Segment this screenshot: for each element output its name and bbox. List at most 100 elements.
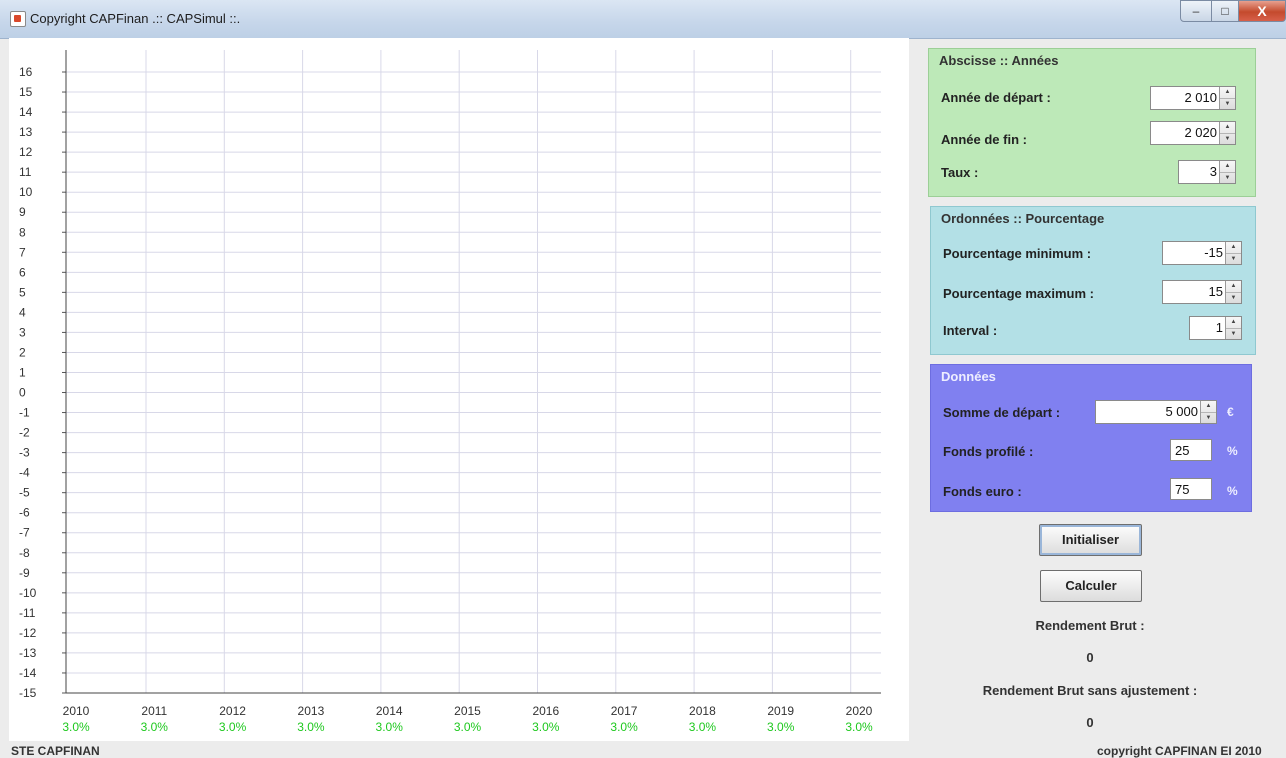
spin-down-icon[interactable]: ▼: [1226, 293, 1241, 304]
chart-svg: 161514131211109876543210-1-2-3-4-5-6-7-8…: [19, 50, 881, 734]
calculate-button[interactable]: Calculer: [1040, 570, 1142, 602]
end-year-arrows[interactable]: ▲ ▼: [1219, 122, 1235, 144]
x-rate-label: 3.0%: [767, 720, 795, 734]
x-year-label: 2013: [298, 704, 325, 718]
x-year-label: 2020: [846, 704, 873, 718]
spin-down-icon[interactable]: ▼: [1220, 173, 1235, 184]
max-percent-value[interactable]: 15: [1163, 281, 1225, 303]
rate-label: Taux :: [941, 165, 979, 180]
spin-up-icon[interactable]: ▲: [1220, 122, 1235, 134]
x-year-label: 2017: [611, 704, 638, 718]
y-tick-label: -11: [19, 606, 36, 620]
y-tick-label: -12: [19, 626, 37, 640]
rate-arrows[interactable]: ▲ ▼: [1219, 161, 1235, 183]
start-year-arrows[interactable]: ▲ ▼: [1219, 87, 1235, 109]
start-sum-value[interactable]: 5 000: [1096, 401, 1200, 423]
x-year-label: 2010: [63, 704, 90, 718]
y-tick-label: -5: [19, 486, 30, 500]
y-tick-label: -1: [19, 406, 30, 420]
start-year-value[interactable]: 2 010: [1151, 87, 1219, 109]
min-percent-arrows[interactable]: ▲ ▼: [1225, 242, 1241, 264]
x-rate-label: 3.0%: [141, 720, 169, 734]
y-tick-label: 4: [19, 305, 26, 319]
x-rate-label: 3.0%: [689, 720, 717, 734]
spin-up-icon[interactable]: ▲: [1201, 401, 1216, 413]
end-year-value[interactable]: 2 020: [1151, 122, 1219, 144]
profile-fund-input[interactable]: 25: [1170, 439, 1212, 461]
profile-fund-label: Fonds profilé :: [943, 444, 1034, 459]
y-tick-label: -6: [19, 506, 30, 520]
x-year-label: 2015: [454, 704, 481, 718]
euro-fund-label: Fonds euro :: [943, 484, 1022, 499]
initialize-button[interactable]: Initialiser: [1039, 524, 1142, 556]
spin-down-icon[interactable]: ▼: [1220, 134, 1235, 145]
euro-percent-unit: %: [1227, 484, 1238, 498]
y-tick-label: -7: [19, 526, 30, 540]
y-tick-label: 15: [19, 85, 33, 99]
spin-up-icon[interactable]: ▲: [1226, 317, 1241, 329]
start-sum-spinner[interactable]: 5 000 ▲ ▼: [1095, 400, 1217, 424]
abscisse-panel-title: Abscisse :: Années: [937, 53, 1061, 68]
x-rate-label: 3.0%: [219, 720, 247, 734]
y-tick-label: 1: [19, 365, 26, 379]
abscisse-panel: Abscisse :: Années Année de départ : 2 0…: [928, 48, 1256, 197]
y-tick-label: -8: [19, 546, 30, 560]
min-percent-value[interactable]: -15: [1163, 242, 1225, 264]
x-year-label: 2018: [689, 704, 716, 718]
gross-yield-unadjusted-value: 0: [1086, 715, 1094, 730]
x-rate-label: 3.0%: [610, 720, 638, 734]
max-percent-arrows[interactable]: ▲ ▼: [1225, 281, 1241, 303]
y-tick-label: -10: [19, 586, 37, 600]
start-year-spinner[interactable]: 2 010 ▲ ▼: [1150, 86, 1236, 110]
y-tick-label: 2: [19, 345, 26, 359]
spin-up-icon[interactable]: ▲: [1226, 242, 1241, 254]
ordonnees-panel-title: Ordonnées :: Pourcentage: [939, 211, 1107, 226]
euro-fund-input[interactable]: 75: [1170, 478, 1212, 500]
max-percent-spinner[interactable]: 15 ▲ ▼: [1162, 280, 1242, 304]
y-tick-label: -2: [19, 426, 30, 440]
profile-percent-unit: %: [1227, 444, 1238, 458]
company-status-label: STE CAPFINAN: [11, 744, 100, 758]
spin-down-icon[interactable]: ▼: [1226, 329, 1241, 340]
y-tick-label: -3: [19, 446, 30, 460]
interval-value[interactable]: 1: [1190, 317, 1225, 339]
y-tick-label: 3: [19, 325, 26, 339]
spin-up-icon[interactable]: ▲: [1220, 87, 1235, 99]
close-button[interactable]: X: [1239, 0, 1286, 22]
gross-yield-unadjusted-label: Rendement Brut sans ajustement :: [982, 683, 1198, 698]
interval-spinner[interactable]: 1 ▲ ▼: [1189, 316, 1242, 340]
spin-up-icon[interactable]: ▲: [1220, 161, 1235, 173]
x-year-label: 2019: [767, 704, 794, 718]
spin-down-icon[interactable]: ▼: [1226, 254, 1241, 265]
window-controls: – □ X: [1180, 0, 1286, 22]
minimize-button[interactable]: –: [1180, 0, 1212, 22]
y-tick-label: -9: [19, 566, 30, 580]
end-year-spinner[interactable]: 2 020 ▲ ▼: [1150, 121, 1236, 145]
y-tick-label: -14: [19, 666, 37, 680]
donnees-panel-title: Données: [939, 369, 998, 384]
end-year-label: Année de fin :: [941, 132, 1027, 147]
x-rate-label: 3.0%: [297, 720, 325, 734]
gross-yield-label: Rendement Brut :: [1035, 618, 1145, 633]
x-year-label: 2016: [532, 704, 559, 718]
x-rate-label: 3.0%: [845, 720, 873, 734]
y-tick-label: 9: [19, 205, 26, 219]
y-tick-label: 12: [19, 145, 33, 159]
start-sum-arrows[interactable]: ▲ ▼: [1200, 401, 1216, 423]
min-percent-spinner[interactable]: -15 ▲ ▼: [1162, 241, 1242, 265]
rate-value[interactable]: 3: [1179, 161, 1219, 183]
start-sum-label: Somme de départ :: [943, 405, 1061, 420]
min-percent-label: Pourcentage minimum :: [943, 246, 1092, 261]
rate-spinner[interactable]: 3 ▲ ▼: [1178, 160, 1236, 184]
x-rate-label: 3.0%: [376, 720, 404, 734]
max-percent-label: Pourcentage maximum :: [943, 286, 1094, 301]
maximize-button[interactable]: □: [1212, 0, 1239, 22]
y-tick-label: 10: [19, 185, 33, 199]
spin-up-icon[interactable]: ▲: [1226, 281, 1241, 293]
spin-down-icon[interactable]: ▼: [1201, 413, 1216, 424]
start-year-label: Année de départ :: [941, 90, 1051, 105]
interval-arrows[interactable]: ▲ ▼: [1225, 317, 1241, 339]
spin-down-icon[interactable]: ▼: [1220, 99, 1235, 110]
x-rate-label: 3.0%: [62, 720, 90, 734]
x-year-label: 2014: [376, 704, 403, 718]
